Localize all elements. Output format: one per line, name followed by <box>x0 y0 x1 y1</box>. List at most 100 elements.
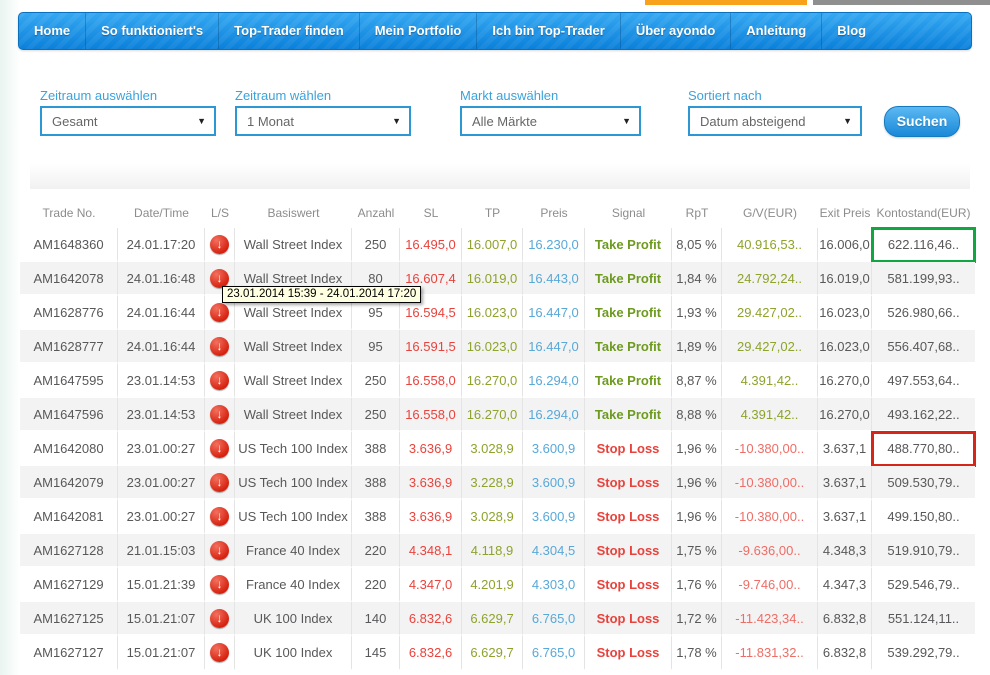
select-zeitraum-auswahlen[interactable]: Gesamt▼ <box>40 106 216 136</box>
select-value: Datum absteigend <box>700 114 806 129</box>
cell-anzahl: 220 <box>352 568 400 602</box>
cell-preis: 6.765,0 <box>523 636 585 670</box>
cell-trade_no: AM1642080 <box>20 432 118 466</box>
cell-datetime: 24.01.16:44 <box>118 296 205 330</box>
filter-section-shadow <box>30 163 970 189</box>
nav-item-mein-portfolio[interactable]: Mein Portfolio <box>360 13 478 49</box>
cell-trade_no: AM1628777 <box>20 330 118 364</box>
select-value: Alle Märkte <box>472 114 537 129</box>
short-down-arrow-icon: ↓ <box>210 507 229 526</box>
table-row[interactable]: AM162712915.01.21:39↓France 40 Index2204… <box>20 568 975 602</box>
cell-exit_preis: 3.637,1 <box>818 432 872 466</box>
cell-signal: Stop Loss <box>585 568 672 602</box>
nav-item-home[interactable]: Home <box>19 13 86 49</box>
cell-preis: 16.294,0 <box>523 364 585 398</box>
nav-item-uber-ayondo[interactable]: Über ayondo <box>621 13 731 49</box>
table-row[interactable]: AM162712821.01.15:03↓France 40 Index2204… <box>20 534 975 568</box>
nav-item-ich-bin-top-trader[interactable]: Ich bin Top-Trader <box>477 13 620 49</box>
cell-kontostand: 526.980,66.. <box>872 296 975 330</box>
cell-sl: 6.832,6 <box>400 602 462 636</box>
filter-label-markt-auswahlen: Markt auswählen <box>460 88 558 103</box>
cell-rpt: 1,96 % <box>672 432 722 466</box>
cell-kontostand: 539.292,79.. <box>872 636 975 670</box>
cell-kontostand: 529.546,79.. <box>872 568 975 602</box>
cell-gv: 4.391,42.. <box>722 364 818 398</box>
cell-sl: 16.558,0 <box>400 364 462 398</box>
table-row[interactable]: AM164207824.01.16:48↓Wall Street Index80… <box>20 262 975 296</box>
cell-tp: 6.629,7 <box>462 602 523 636</box>
select-markt-auswahlen[interactable]: Alle Märkte ▼ <box>460 106 641 136</box>
cell-preis: 3.600,9 <box>523 466 585 500</box>
cell-rpt: 8,05 % <box>672 228 722 262</box>
column-header-g-v-eur: G/V(EUR) <box>722 200 818 228</box>
cell-anzahl: 250 <box>352 364 400 398</box>
cell-datetime: 24.01.17:20 <box>118 228 205 262</box>
cell-datetime: 21.01.15:03 <box>118 534 205 568</box>
cell-gv: -10.380,00.. <box>722 466 818 500</box>
cell-gv: 40.916,53.. <box>722 228 818 262</box>
table-row[interactable]: AM162877724.01.16:44↓Wall Street Index95… <box>20 330 975 364</box>
table-row[interactable]: AM164208123.01.00:27↓US Tech 100 Index38… <box>20 500 975 534</box>
cell-datetime: 23.01.14:53 <box>118 398 205 432</box>
search-button[interactable]: Suchen <box>884 106 960 137</box>
select-value: Gesamt <box>52 114 98 129</box>
cell-sl: 3.636,9 <box>400 466 462 500</box>
dropdown-arrow-icon: ▼ <box>622 116 631 126</box>
trades-table: Trade No.Date/TimeL/SBasiswertAnzahlSLTP… <box>20 200 975 670</box>
dropdown-arrow-icon: ▼ <box>392 116 401 126</box>
short-down-arrow-icon: ↓ <box>210 609 229 628</box>
filter-label-zeitraum-auswahlen: Zeitraum auswählen <box>40 88 157 103</box>
cell-datetime: 15.01.21:07 <box>118 602 205 636</box>
table-row[interactable]: AM162712715.01.21:07↓UK 100 Index1456.83… <box>20 636 975 670</box>
nav-item-blog[interactable]: Blog <box>822 13 881 49</box>
table-row[interactable]: AM164836024.01.17:20↓Wall Street Index25… <box>20 228 975 262</box>
cell-exit_preis: 16.023,0 <box>818 330 872 364</box>
cell-preis: 4.304,5 <box>523 534 585 568</box>
table-row[interactable]: AM162712515.01.21:07↓UK 100 Index1406.83… <box>20 602 975 636</box>
cell-preis: 3.600,9 <box>523 432 585 466</box>
table-row[interactable]: AM162877624.01.16:44↓Wall Street Index95… <box>20 296 975 330</box>
cell-exit_preis: 16.270,0 <box>818 364 872 398</box>
cell-kontostand: 499.150,80.. <box>872 500 975 534</box>
nav-item-top-trader-finden[interactable]: Top-Trader finden <box>219 13 360 49</box>
cell-kontostand: 488.770,80.. <box>872 432 975 466</box>
table-header-row: Trade No.Date/TimeL/SBasiswertAnzahlSLTP… <box>20 200 975 228</box>
dropdown-arrow-icon: ▼ <box>843 116 852 126</box>
cell-basiswert: US Tech 100 Index <box>235 500 352 534</box>
table-row[interactable]: AM164207923.01.00:27↓US Tech 100 Index38… <box>20 466 975 500</box>
cell-datetime: 23.01.00:27 <box>118 500 205 534</box>
cell-signal: Take Profit <box>585 364 672 398</box>
column-header-anzahl: Anzahl <box>352 200 400 228</box>
cell-kontostand: 556.407,68.. <box>872 330 975 364</box>
cell-trade_no: AM1648360 <box>20 228 118 262</box>
cell-signal: Take Profit <box>585 262 672 296</box>
nav-item-anleitung[interactable]: Anleitung <box>731 13 822 49</box>
cell-rpt: 1,96 % <box>672 500 722 534</box>
table-row[interactable]: AM164759623.01.14:53↓Wall Street Index25… <box>20 398 975 432</box>
select-zeitraum-wahlen[interactable]: 1 Monat▼ <box>235 106 411 136</box>
select-sortiert-nach[interactable]: Datum absteigend ▼ <box>688 106 862 136</box>
cell-tp: 3.228,9 <box>462 466 523 500</box>
cell-signal: Take Profit <box>585 398 672 432</box>
cell-rpt: 1,89 % <box>672 330 722 364</box>
cell-signal: Stop Loss <box>585 466 672 500</box>
cell-rpt: 1,84 % <box>672 262 722 296</box>
table-row[interactable]: AM164208023.01.00:27↓US Tech 100 Index38… <box>20 432 975 466</box>
cell-anzahl: 388 <box>352 500 400 534</box>
column-header-sl: SL <box>400 200 462 228</box>
cell-rpt: 1,93 % <box>672 296 722 330</box>
cell-rpt: 1,76 % <box>672 568 722 602</box>
cell-exit_preis: 16.019,0 <box>818 262 872 296</box>
cell-trade_no: AM1647595 <box>20 364 118 398</box>
cell-gv: -11.831,32.. <box>722 636 818 670</box>
cell-preis: 16.447,0 <box>523 330 585 364</box>
short-down-arrow-icon: ↓ <box>210 643 229 662</box>
nav-item-so-funktioniert-s[interactable]: So funktioniert's <box>86 13 219 49</box>
cell-basiswert: UK 100 Index <box>235 636 352 670</box>
cell-trade_no: AM1627129 <box>20 568 118 602</box>
cell-basiswert: Wall Street Index <box>235 364 352 398</box>
table-row[interactable]: AM164759523.01.14:53↓Wall Street Index25… <box>20 364 975 398</box>
cell-anzahl: 145 <box>352 636 400 670</box>
cell-sl: 3.636,9 <box>400 432 462 466</box>
cell-kontostand: 519.910,79.. <box>872 534 975 568</box>
